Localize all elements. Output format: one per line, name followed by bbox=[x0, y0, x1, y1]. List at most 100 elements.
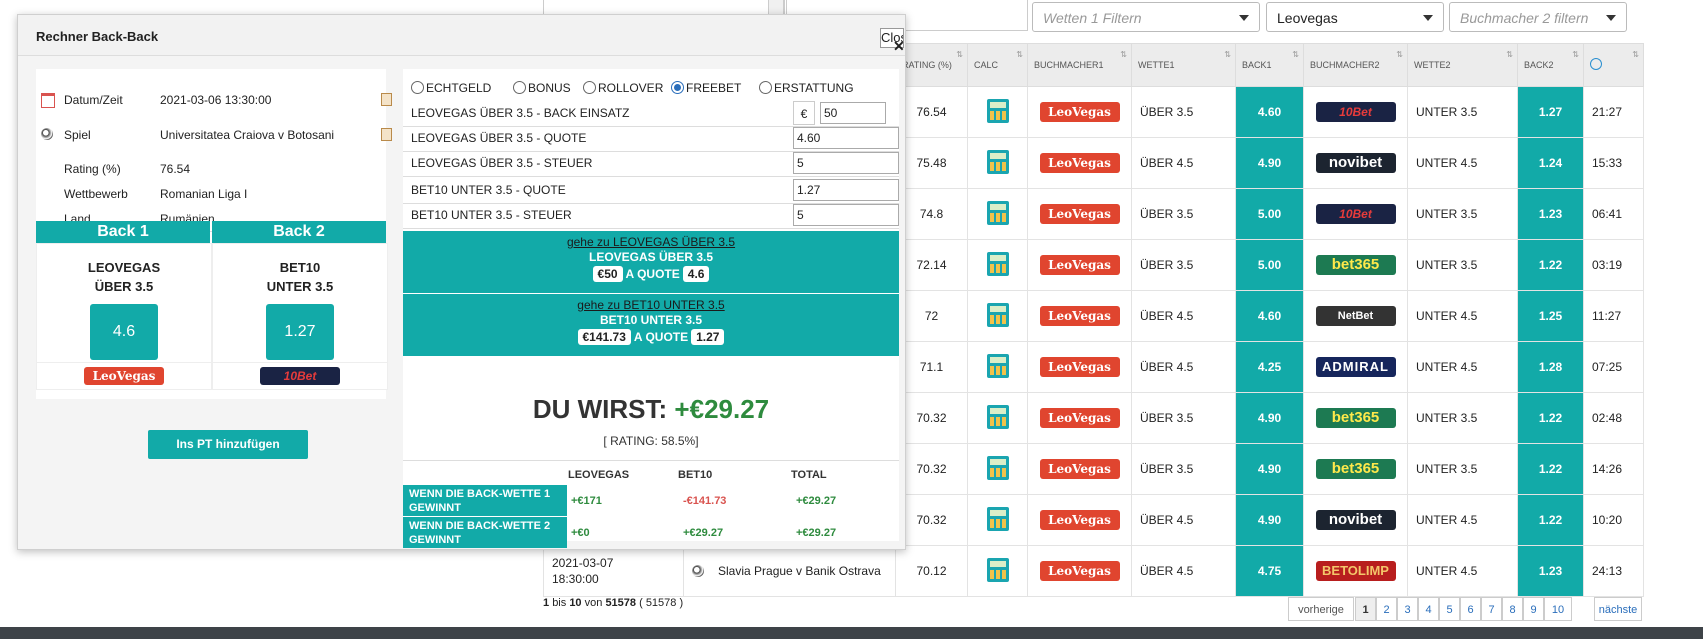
pagination-next[interactable]: nächste bbox=[1594, 597, 1642, 621]
quote1-input[interactable]: 4.60 bbox=[793, 127, 899, 149]
bookmaker1-logo[interactable]: LeoVegas bbox=[1039, 255, 1120, 275]
mode-radio-echtgeld[interactable]: ECHTGELD bbox=[411, 81, 491, 95]
col-header-buchmacher2[interactable]: BUCHMACHER2 ⇅ bbox=[1303, 43, 1408, 87]
calc-cell[interactable] bbox=[967, 86, 1028, 138]
mode-radio-rollover[interactable]: ROLLOVER bbox=[583, 81, 663, 95]
radio-icon[interactable] bbox=[411, 81, 424, 94]
bookmaker1-cell[interactable]: LeoVegas bbox=[1027, 239, 1132, 291]
calc-cell[interactable] bbox=[967, 341, 1028, 393]
bookmaker1-cell[interactable]: LeoVegas bbox=[1027, 443, 1132, 495]
bookmaker2-logo[interactable]: bet365 bbox=[1315, 255, 1396, 275]
pagination-page-7[interactable]: 7 bbox=[1481, 597, 1502, 621]
wette1-filter-select[interactable]: Wetten 1 Filtern bbox=[1032, 2, 1260, 32]
col-header-calc[interactable]: CALC ⇅ bbox=[967, 43, 1028, 87]
bookmaker2-cell[interactable]: 10Bet bbox=[1303, 188, 1408, 240]
steuer1-input[interactable]: 5 bbox=[793, 152, 899, 174]
calculator-icon[interactable] bbox=[986, 404, 1009, 429]
bookmaker1-cell[interactable]: LeoVegas bbox=[1027, 545, 1132, 597]
col-header-back1[interactable]: BACK1 ⇅ bbox=[1235, 43, 1304, 87]
calc-cell[interactable] bbox=[967, 494, 1028, 546]
bookmaker1-logo[interactable]: LeoVegas bbox=[1039, 204, 1120, 224]
steuer2-input[interactable]: 5 bbox=[793, 204, 899, 226]
bookmaker2-cell[interactable]: novibet bbox=[1303, 494, 1408, 546]
calculator-icon[interactable] bbox=[986, 506, 1009, 531]
col-header-back2[interactable]: BACK2 ⇅ bbox=[1517, 43, 1584, 87]
bookmaker2-cell[interactable]: novibet bbox=[1303, 137, 1408, 189]
bookmaker1-cell[interactable]: LeoVegas bbox=[1027, 86, 1132, 138]
radio-icon[interactable] bbox=[513, 81, 526, 94]
calculator-icon[interactable] bbox=[986, 557, 1009, 582]
calc-cell[interactable] bbox=[967, 392, 1028, 444]
pagination-page-4[interactable]: 4 bbox=[1418, 597, 1439, 621]
bookmaker2-logo[interactable]: novibet bbox=[1315, 153, 1396, 173]
bookmaker1-logo[interactable]: LeoVegas bbox=[1039, 102, 1120, 122]
bookmaker2-cell[interactable]: NetBet bbox=[1303, 290, 1408, 342]
buchmacher2-filter-select[interactable]: Buchmacher 2 filtern bbox=[1449, 2, 1627, 32]
bookmaker2-logo[interactable]: 10Bet bbox=[1315, 102, 1396, 122]
copy-icon[interactable] bbox=[381, 93, 392, 106]
calculator-icon[interactable] bbox=[986, 353, 1009, 378]
bookmaker2-logo[interactable]: BETOLIMP bbox=[1315, 561, 1396, 581]
col-header-rating[interactable]: RATING (%) ⇅ bbox=[895, 43, 968, 87]
bookmaker1-cell[interactable]: LeoVegas bbox=[1027, 392, 1132, 444]
bookmaker2-cell[interactable]: bet365 bbox=[1303, 443, 1408, 495]
bookmaker2-logo[interactable]: 10Bet bbox=[1315, 204, 1396, 224]
pagination-page-1[interactable]: 1 bbox=[1355, 597, 1376, 621]
bookmaker1-cell[interactable]: LeoVegas bbox=[1027, 341, 1132, 393]
pagination-page-5[interactable]: 5 bbox=[1439, 597, 1460, 621]
buchmacher1-filter-select[interactable]: Leovegas bbox=[1266, 2, 1444, 32]
col-header-wette1[interactable]: WETTE1 ⇅ bbox=[1131, 43, 1236, 87]
calculator-icon[interactable] bbox=[986, 200, 1009, 225]
col-header-wette2[interactable]: WETTE2 ⇅ bbox=[1407, 43, 1518, 87]
calc-cell[interactable] bbox=[967, 239, 1028, 291]
bookmaker2-cell[interactable]: 10Bet bbox=[1303, 86, 1408, 138]
bookmaker2-cell[interactable]: BETOLIMP bbox=[1303, 545, 1408, 597]
bookmaker1-cell[interactable]: LeoVegas bbox=[1027, 188, 1132, 240]
pagination-page-9[interactable]: 9 bbox=[1523, 597, 1544, 621]
calculator-icon[interactable] bbox=[986, 302, 1009, 327]
bookmaker1-logo[interactable]: LeoVegas bbox=[1039, 459, 1120, 479]
bookmaker2-logo[interactable]: bet365 bbox=[1315, 408, 1396, 428]
calculator-icon[interactable] bbox=[986, 149, 1009, 174]
pagination-page-3[interactable]: 3 bbox=[1397, 597, 1418, 621]
radio-icon[interactable] bbox=[671, 81, 684, 94]
bookmaker2-cell[interactable]: bet365 bbox=[1303, 392, 1408, 444]
bookmaker1-logo[interactable]: LeoVegas bbox=[1039, 510, 1120, 530]
calc-cell[interactable] bbox=[967, 290, 1028, 342]
mode-radio-bonus[interactable]: BONUS bbox=[513, 81, 571, 95]
einsatz-input[interactable]: 50 bbox=[820, 102, 886, 124]
bookmaker2-cell[interactable]: ADMIRAL bbox=[1303, 341, 1408, 393]
bookmaker2-logo[interactable]: novibet bbox=[1315, 510, 1396, 530]
quote2-input[interactable]: 1.27 bbox=[793, 179, 899, 201]
pagination-page-6[interactable]: 6 bbox=[1460, 597, 1481, 621]
add-to-pt-button[interactable]: Ins PT hinzufügen bbox=[148, 430, 308, 459]
radio-icon[interactable] bbox=[583, 81, 596, 94]
bookmaker1-cell[interactable]: LeoVegas bbox=[1027, 290, 1132, 342]
calc-cell[interactable] bbox=[967, 137, 1028, 189]
copy-icon[interactable] bbox=[381, 128, 392, 141]
col-header-time[interactable]: ⇅ bbox=[1583, 43, 1644, 87]
bookmaker1-logo[interactable]: LeoVegas bbox=[1039, 561, 1120, 581]
calculator-icon[interactable] bbox=[986, 98, 1009, 123]
calculator-icon[interactable] bbox=[986, 455, 1009, 480]
bookmaker1-logo[interactable]: LeoVegas bbox=[1039, 408, 1120, 428]
bookmaker2-logo[interactable]: ADMIRAL bbox=[1315, 357, 1396, 377]
bookmaker1-logo[interactable]: LeoVegas bbox=[1039, 306, 1120, 326]
close-icon[interactable]: ✕ bbox=[893, 38, 905, 55]
pagination-page-2[interactable]: 2 bbox=[1376, 597, 1397, 621]
pagination-prev[interactable]: vorherige bbox=[1288, 597, 1354, 621]
mode-radio-freebet[interactable]: FREEBET bbox=[671, 81, 741, 95]
bookmaker2-logo[interactable]: NetBet bbox=[1315, 306, 1396, 326]
col-header-buchmacher1[interactable]: BUCHMACHER1 ⇅ bbox=[1027, 43, 1132, 87]
calculator-icon[interactable] bbox=[986, 251, 1009, 276]
calc-cell[interactable] bbox=[967, 188, 1028, 240]
bookmaker1-cell[interactable]: LeoVegas bbox=[1027, 494, 1132, 546]
bookmaker1-logo[interactable]: LeoVegas bbox=[1039, 153, 1120, 173]
calc-cell[interactable] bbox=[967, 443, 1028, 495]
go-link-2[interactable]: gehe zu BET10 UNTER 3.5 bbox=[403, 298, 899, 312]
mode-radio-erstattung[interactable]: ERSTATTUNG bbox=[759, 81, 854, 95]
bookmaker1-cell[interactable]: LeoVegas bbox=[1027, 137, 1132, 189]
pagination-page-8[interactable]: 8 bbox=[1502, 597, 1523, 621]
bookmaker2-cell[interactable]: bet365 bbox=[1303, 239, 1408, 291]
radio-icon[interactable] bbox=[759, 81, 772, 94]
